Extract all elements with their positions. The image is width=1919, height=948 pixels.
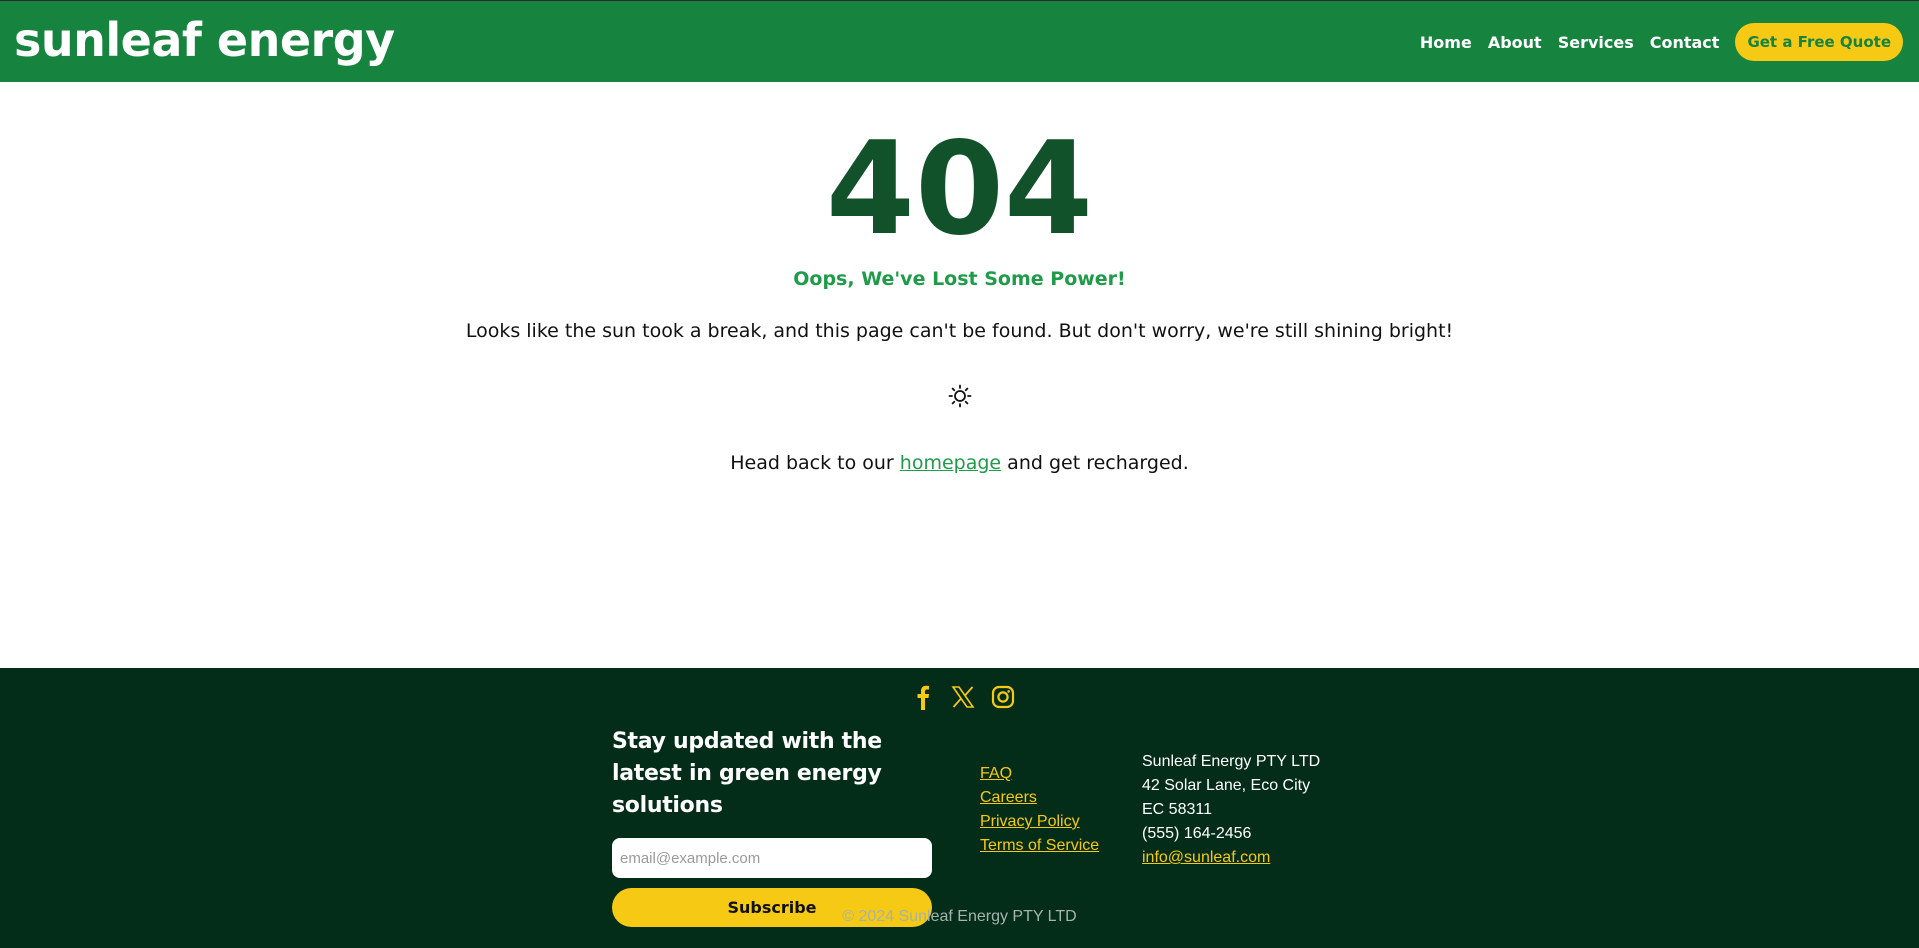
faq-link[interactable]: FAQ [980, 762, 1099, 786]
privacy-policy-link[interactable]: Privacy Policy [980, 810, 1099, 834]
company-name: Sunleaf Energy PTY LTD [1142, 753, 1321, 770]
instagram-icon[interactable] [988, 682, 1018, 712]
homepage-link[interactable]: homepage [900, 452, 1001, 474]
address-line-2: EC 58311 [1142, 801, 1212, 818]
careers-link[interactable]: Careers [980, 786, 1099, 810]
sun-icon [948, 384, 972, 408]
free-quote-button[interactable]: Get a Free Quote [1735, 23, 1903, 61]
copyright: © 2024 Sunleaf Energy PTY LTD [842, 908, 1077, 925]
main-nav: Home About Services Contact Get a Free Q… [1404, 23, 1903, 61]
logo[interactable]: sunleaf energy [14, 11, 395, 69]
site-header: sunleaf energy Home About Services Conta… [0, 0, 1919, 82]
newsletter-section: Stay updated with the latest in green en… [612, 726, 932, 927]
back-home-text: Head back to our homepage and get rechar… [0, 452, 1919, 474]
x-icon[interactable] [948, 682, 978, 712]
site-footer: Stay updated with the latest in green en… [0, 668, 1919, 948]
contact-info: Sunleaf Energy PTY LTD 42 Solar Lane, Ec… [1142, 750, 1320, 870]
nav-contact-link[interactable]: Contact [1650, 33, 1720, 52]
error-description: Looks like the sun took a break, and thi… [465, 320, 1454, 342]
main-content: 404 Oops, We've Lost Some Power! Looks l… [0, 82, 1919, 668]
nav-services-link[interactable]: Services [1558, 33, 1634, 52]
error-subtitle: Oops, We've Lost Some Power! [793, 268, 1126, 290]
footer-links: FAQ Careers Privacy Policy Terms of Serv… [980, 762, 1099, 858]
address-line-1: 42 Solar Lane, Eco City [1142, 777, 1311, 794]
nav-home-link[interactable]: Home [1420, 33, 1472, 52]
contact-email-link[interactable]: info@sunleaf.com [1142, 849, 1270, 866]
email-input[interactable] [612, 838, 932, 878]
nav-about-link[interactable]: About [1488, 33, 1542, 52]
terms-of-service-link[interactable]: Terms of Service [980, 834, 1099, 858]
newsletter-title: Stay updated with the latest in green en… [612, 729, 882, 818]
error-code: 404 [825, 115, 1094, 264]
facebook-icon[interactable] [908, 682, 938, 712]
social-links [908, 682, 1028, 712]
back-suffix: and get recharged. [1007, 452, 1189, 474]
phone-number: (555) 164-2456 [1142, 825, 1252, 842]
back-prefix: Head back to our [730, 452, 894, 474]
